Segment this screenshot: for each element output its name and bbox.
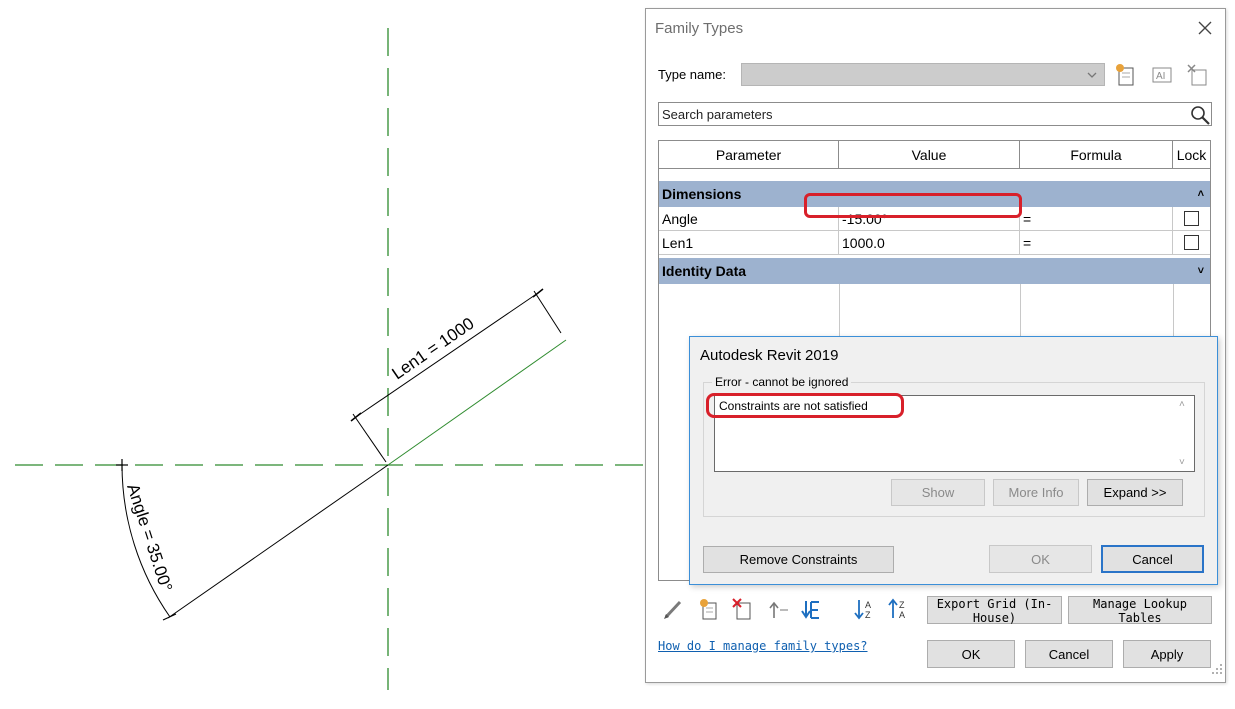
- ok-button[interactable]: OK: [927, 640, 1015, 668]
- lock-checkbox[interactable]: [1184, 235, 1199, 250]
- parameter-formula-field[interactable]: =: [1020, 207, 1173, 231]
- column-header-formula[interactable]: Formula: [1020, 141, 1173, 169]
- type-name-dropdown[interactable]: [741, 63, 1105, 86]
- length-dimension-label: Len1 = 1000: [389, 314, 478, 383]
- column-header-value[interactable]: Value: [839, 141, 1020, 169]
- parameter-row-angle[interactable]: Angle -15.00° =: [659, 207, 1210, 231]
- cancel-button[interactable]: Cancel: [1025, 640, 1113, 668]
- move-up-icon[interactable]: [768, 598, 790, 620]
- parameter-formula-field[interactable]: =: [1020, 231, 1173, 255]
- show-button[interactable]: Show: [891, 479, 985, 506]
- rename-type-icon[interactable]: AI: [1150, 63, 1174, 87]
- column-header-parameter[interactable]: Parameter: [659, 141, 839, 169]
- parameter-name: Len1: [659, 231, 839, 255]
- svg-text:AI: AI: [1156, 71, 1165, 82]
- error-group-label: Error - cannot be ignored: [712, 375, 852, 389]
- apply-button[interactable]: Apply: [1123, 640, 1211, 668]
- export-grid-button[interactable]: Export Grid (In-House): [927, 596, 1062, 625]
- error-group: Error - cannot be ignored Constraints ar…: [703, 375, 1205, 517]
- collapse-icon[interactable]: ˄: [1198, 181, 1204, 207]
- error-dialog: Autodesk Revit 2019 Error - cannot be ig…: [689, 336, 1218, 585]
- reference-line-extension: [167, 464, 389, 619]
- more-info-button[interactable]: More Info: [993, 479, 1079, 506]
- column-header-lock[interactable]: Lock: [1173, 141, 1210, 169]
- group-header-dimensions[interactable]: Dimensions ˄: [659, 181, 1210, 207]
- group-label: Identity Data: [662, 263, 747, 279]
- scroll-down-icon[interactable]: ˅: [1179, 457, 1185, 468]
- manage-lookup-tables-button[interactable]: Manage Lookup Tables: [1068, 596, 1212, 625]
- lock-cell: [1173, 231, 1210, 255]
- dialog-title: Family Types: [655, 20, 744, 37]
- parameter-row-len1[interactable]: Len1 1000.0 =: [659, 231, 1210, 255]
- type-name-label: Type name:: [658, 67, 726, 82]
- error-ok-button[interactable]: OK: [989, 545, 1092, 573]
- close-icon[interactable]: [1194, 17, 1216, 39]
- delete-type-icon[interactable]: [1186, 63, 1210, 87]
- drawing-canvas[interactable]: Len1 = 1000 Angle = 35.00°: [0, 0, 645, 709]
- help-link[interactable]: How do I manage family types?: [658, 639, 868, 653]
- chevron-down-icon: [1086, 68, 1098, 86]
- sort-ascending-icon[interactable]: AZ: [854, 598, 876, 620]
- svg-text:A: A: [899, 610, 905, 620]
- parameter-value-field[interactable]: 1000.0: [839, 231, 1020, 255]
- resize-grip-icon[interactable]: [1211, 662, 1223, 680]
- svg-text:Z: Z: [865, 610, 871, 620]
- error-cancel-button[interactable]: Cancel: [1101, 545, 1204, 573]
- new-parameter-icon[interactable]: [698, 598, 720, 620]
- search-parameters-box[interactable]: [658, 102, 1212, 126]
- svg-text:Z: Z: [899, 600, 905, 610]
- length-dimension[interactable]: Len1 = 1000: [350, 288, 562, 463]
- parameter-value-field[interactable]: -15.00°: [839, 207, 1020, 231]
- new-type-icon[interactable]: [1114, 63, 1138, 87]
- error-message-box[interactable]: Constraints are not satisfied ˄ ˅: [714, 395, 1195, 472]
- search-input[interactable]: [662, 105, 1182, 123]
- svg-text:A: A: [865, 600, 871, 610]
- expand-icon[interactable]: ˅: [1198, 258, 1204, 284]
- search-icon[interactable]: [1189, 104, 1211, 131]
- error-dialog-title: Autodesk Revit 2019: [700, 347, 839, 364]
- edit-parameter-icon[interactable]: [662, 598, 684, 620]
- angle-dimension[interactable]: Angle = 35.00°: [116, 459, 177, 621]
- parameter-name: Angle: [659, 207, 839, 231]
- expand-button[interactable]: Expand >>: [1087, 479, 1183, 506]
- angle-dimension-label: Angle = 35.00°: [123, 481, 176, 594]
- lock-checkbox[interactable]: [1184, 211, 1199, 226]
- sort-descending-icon[interactable]: ZA: [888, 598, 910, 620]
- group-label: Dimensions: [662, 186, 742, 202]
- error-message: Constraints are not satisfied: [719, 399, 868, 413]
- lock-cell: [1173, 207, 1210, 231]
- group-header-identity-data[interactable]: Identity Data ˅: [659, 258, 1210, 284]
- scroll-up-icon[interactable]: ˄: [1179, 399, 1185, 410]
- move-down-icon[interactable]: [800, 598, 822, 620]
- remove-constraints-button[interactable]: Remove Constraints: [703, 546, 894, 573]
- delete-parameter-icon[interactable]: [732, 598, 754, 620]
- message-scrollbar[interactable]: ˄ ˅: [1176, 397, 1193, 470]
